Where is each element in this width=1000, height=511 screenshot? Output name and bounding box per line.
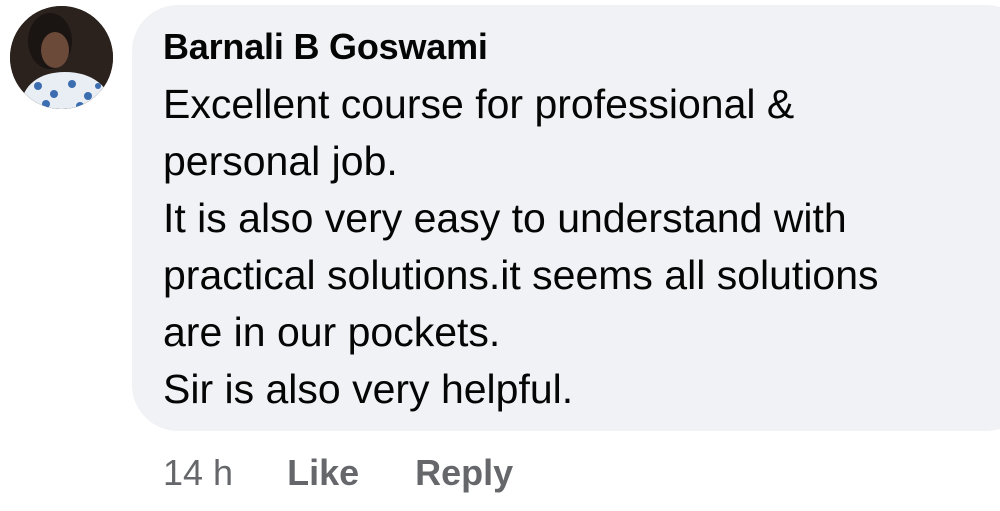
profile-photo <box>10 6 113 109</box>
comment-timestamp[interactable]: 14 h <box>163 452 233 494</box>
comment-text: Excellent course for professional & pers… <box>163 76 993 418</box>
comment-actions: 14 h Like Reply <box>163 448 513 498</box>
reply-button[interactable]: Reply <box>415 452 513 494</box>
comment-line: are in our pockets. <box>163 309 501 355</box>
comment-line: Sir is also very helpful. <box>163 366 574 412</box>
comment-line: Excellent course for professional & <box>163 81 795 127</box>
comment-line: It is also very easy to understand with <box>163 195 847 241</box>
comment-line: personal job. <box>163 138 398 184</box>
comment-author[interactable]: Barnali B Goswami <box>163 26 488 68</box>
like-button[interactable]: Like <box>287 452 359 494</box>
avatar[interactable] <box>10 6 113 109</box>
comment-line: practical solutions.it seems all solutio… <box>163 252 879 298</box>
